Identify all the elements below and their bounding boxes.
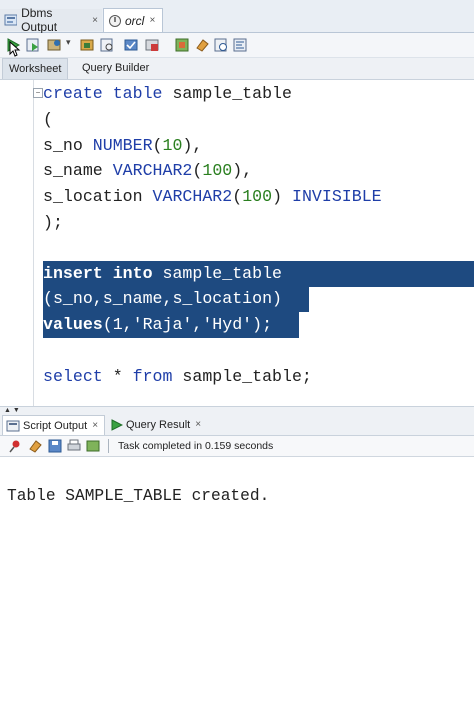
output-message: Table SAMPLE_TABLE created. bbox=[7, 487, 270, 505]
code-line-4: s_name VARCHAR2(100), bbox=[43, 161, 253, 180]
tab-orcl[interactable]: orcl × bbox=[103, 8, 163, 32]
connection-icon bbox=[109, 14, 121, 27]
close-icon[interactable]: × bbox=[92, 416, 98, 436]
worksheet-subtab-bar: Worksheet Query Builder bbox=[0, 58, 474, 80]
code-line-10: select * from sample_table; bbox=[43, 367, 312, 386]
explain-plan-icon[interactable] bbox=[80, 38, 94, 52]
close-icon[interactable]: × bbox=[149, 15, 155, 26]
tab-query-result-label: Query Result bbox=[126, 419, 191, 431]
close-icon[interactable]: × bbox=[92, 15, 98, 26]
tab-worksheet[interactable]: Worksheet bbox=[2, 58, 68, 79]
tab-dbms-output[interactable]: Dbms Output × bbox=[0, 6, 102, 34]
code-line-7: insert into sample_table bbox=[43, 264, 282, 283]
code-line-1: create table sample_table bbox=[43, 84, 292, 103]
tab-dbms-output-label: Dbms Output bbox=[21, 6, 58, 34]
print-icon[interactable] bbox=[67, 439, 81, 453]
sql-tuning-icon[interactable] bbox=[100, 38, 114, 52]
code-line-2: ( bbox=[43, 110, 53, 129]
code-line-5: s_location VARCHAR2(100) INVISIBLE bbox=[43, 187, 382, 206]
dbms-output-icon bbox=[4, 14, 18, 26]
code-line-3: s_no NUMBER(10), bbox=[43, 136, 203, 155]
rollback-icon[interactable] bbox=[145, 38, 159, 52]
pin-icon[interactable] bbox=[8, 439, 22, 453]
tab-query-result[interactable]: Query Result × bbox=[107, 415, 207, 435]
sql-history-icon[interactable] bbox=[214, 38, 228, 52]
tab-query-builder[interactable]: Query Builder bbox=[76, 58, 166, 79]
output-tab-bar: Script Output × Query Result × bbox=[0, 415, 474, 436]
document-tab-bar: Dbms Output × orcl × bbox=[0, 0, 474, 34]
commit-icon[interactable] bbox=[124, 38, 138, 52]
code-line-9: values(1,'Raja','Hyd'); bbox=[43, 315, 273, 334]
clear-output-icon[interactable] bbox=[28, 439, 42, 453]
query-result-icon bbox=[111, 419, 123, 431]
run-script-icon[interactable] bbox=[26, 38, 40, 52]
code-fold-icon[interactable]: − bbox=[33, 88, 43, 98]
autotrace-icon[interactable] bbox=[47, 38, 61, 52]
code-line-8: (s_no,s_name,s_location) bbox=[43, 289, 282, 308]
unshared-worksheet-icon[interactable] bbox=[175, 38, 189, 52]
open-file-icon[interactable] bbox=[86, 439, 100, 453]
worksheet-toolbar: ▾ bbox=[0, 33, 474, 58]
format-sql-icon[interactable] bbox=[233, 38, 247, 52]
task-status: Task completed in 0.159 seconds bbox=[118, 440, 274, 452]
save-icon[interactable] bbox=[48, 439, 62, 453]
clear-eraser-icon[interactable] bbox=[195, 38, 209, 52]
splitter-arrows-icon[interactable]: ▲▼ bbox=[4, 407, 22, 414]
editor-gutter bbox=[33, 80, 34, 406]
dropdown-chevron-icon[interactable]: ▾ bbox=[66, 37, 71, 48]
toolbar-divider bbox=[108, 439, 109, 453]
code-line-6: ); bbox=[43, 213, 63, 232]
script-output-icon bbox=[6, 420, 20, 431]
tab-script-output-label: Script Output bbox=[23, 419, 88, 432]
mouse-cursor-icon bbox=[9, 41, 21, 57]
tab-script-output[interactable]: Script Output × bbox=[2, 415, 105, 435]
sql-editor[interactable] bbox=[0, 80, 474, 406]
close-icon[interactable]: × bbox=[195, 415, 201, 435]
tab-orcl-label: orcl bbox=[125, 13, 145, 28]
